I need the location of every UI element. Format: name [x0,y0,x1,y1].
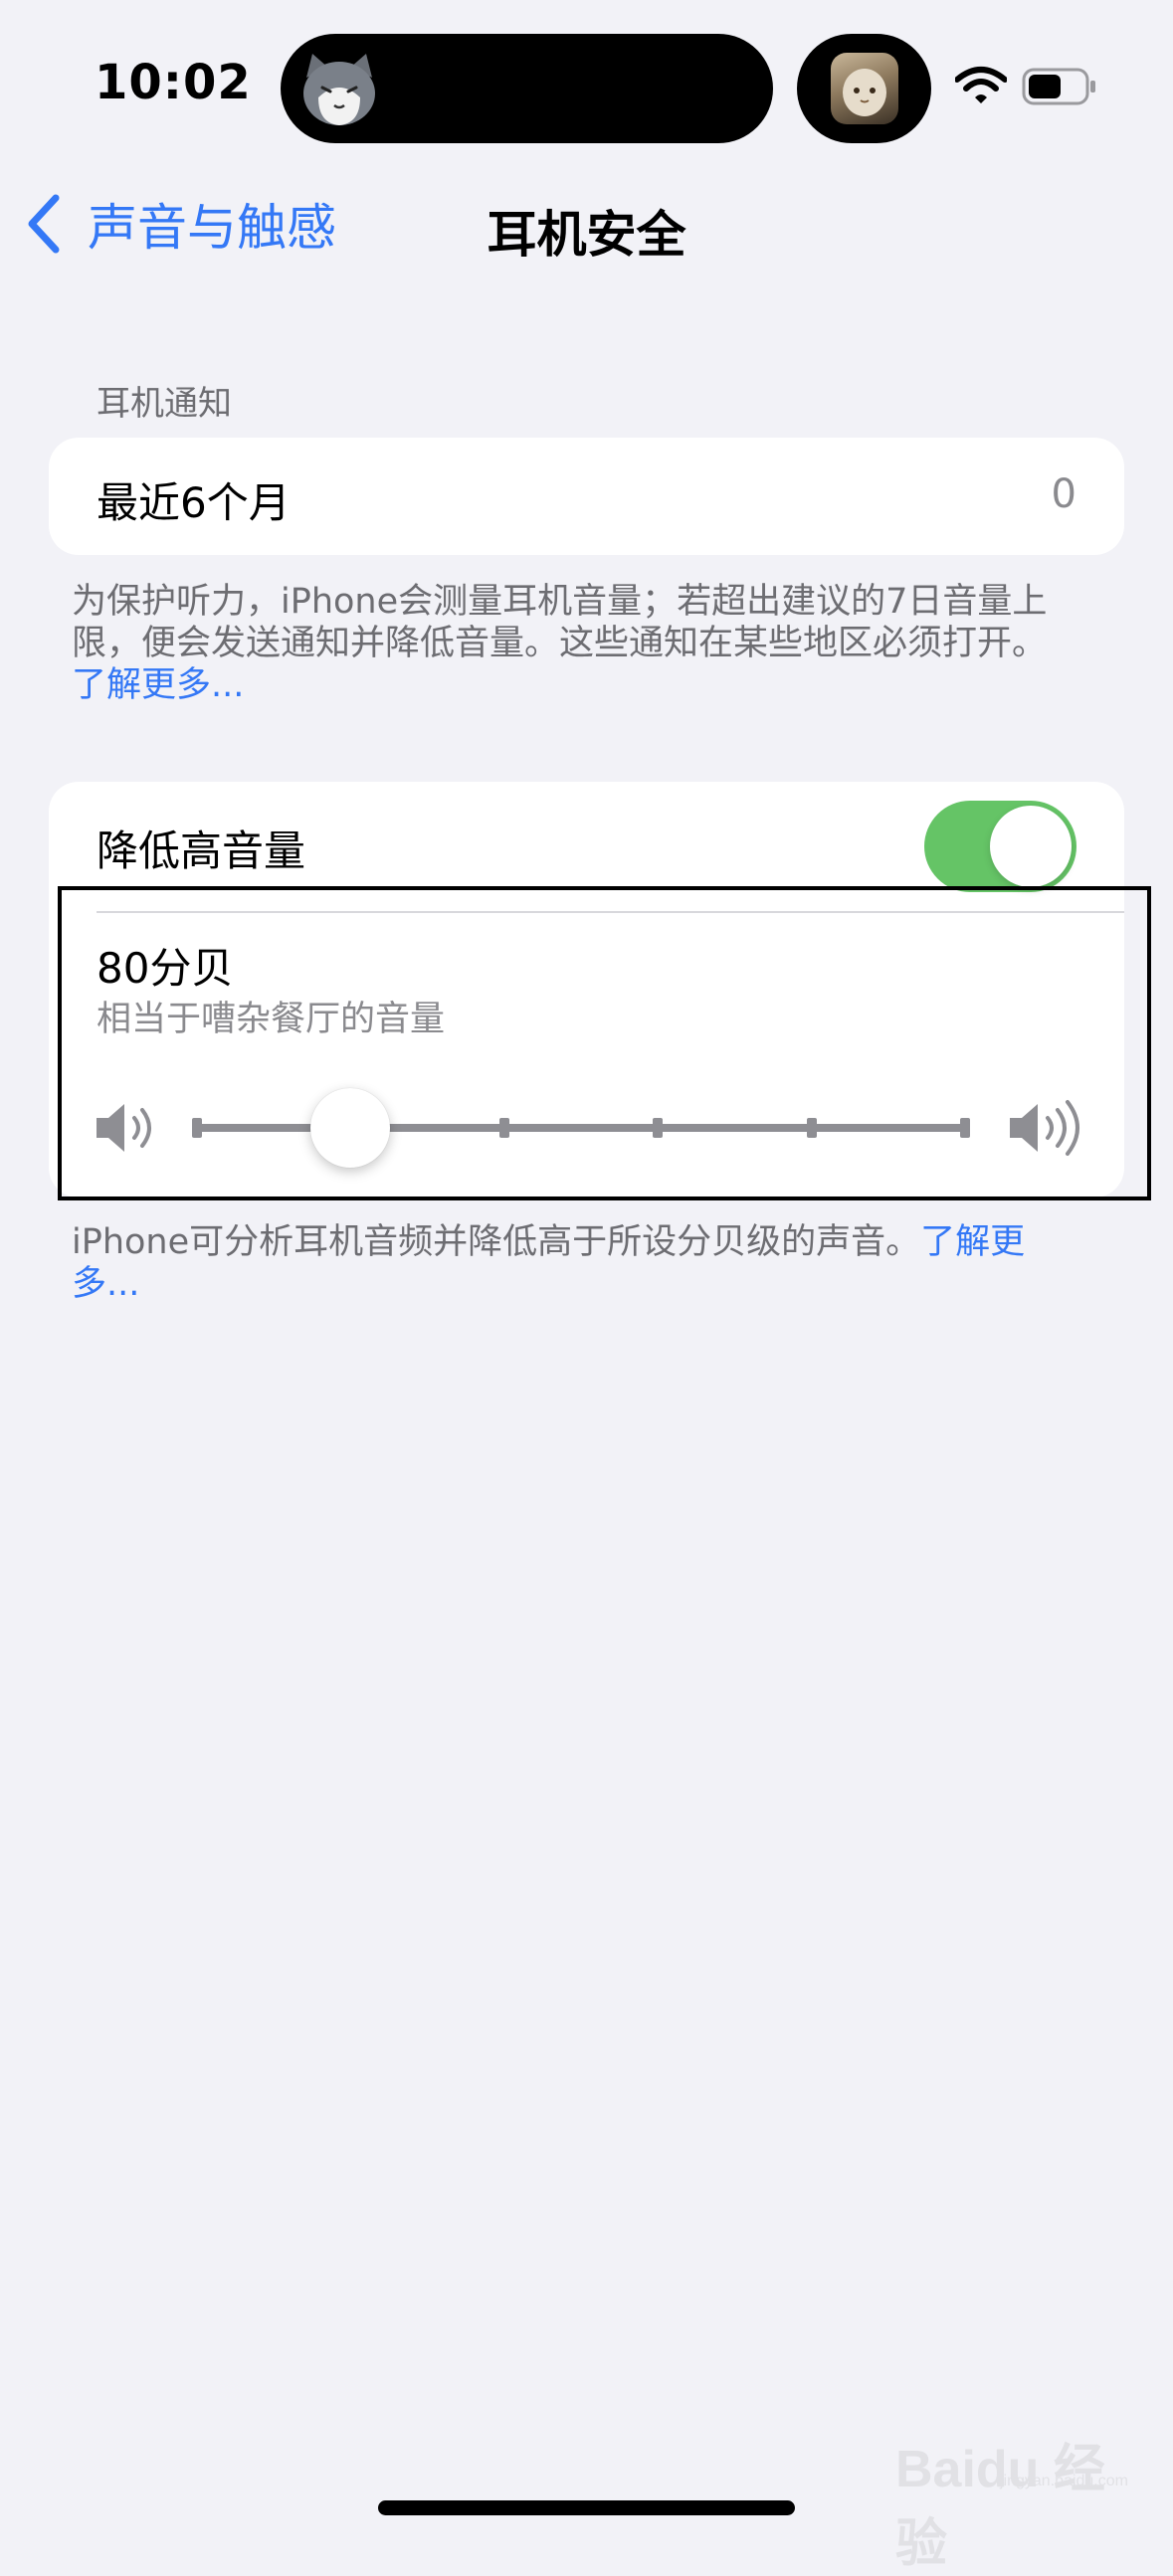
slider-tick [960,1118,970,1138]
page-title: 耳机安全 [487,206,686,264]
slider-tick [653,1118,664,1138]
volume-low-icon [97,1104,151,1152]
notification-count: 0 [1051,471,1076,517]
learn-more-link[interactable]: 了解更多... [72,664,1106,706]
cat-avatar-icon [303,54,375,125]
learn-more-link-2-continued[interactable]: 多... [72,1264,139,1304]
battery-icon [1022,68,1095,105]
dynamic-island-right [797,34,931,143]
reduce-loud-audio-toggle[interactable] [924,801,1076,892]
slider-thumb[interactable] [310,1088,391,1168]
decibel-level-value: 80分贝 [97,944,234,993]
volume-high-icon [1010,1100,1079,1156]
media-thumbnail [831,53,898,124]
notifications-footer: 为保护听力，iPhone会测量耳机音量；若超出建议的7日音量上 限，便会发送通知… [72,581,1106,706]
recent-months-label: 最近6个月 [97,478,291,527]
dynamic-island [281,34,773,143]
home-indicator[interactable] [378,2500,795,2515]
reduce-loud-audio-label: 降低高音量 [97,827,306,875]
decibel-slider[interactable] [192,1088,970,1168]
reduce-loud-audio-card: 降低高音量 80分贝 相当于嘈杂餐厅的音量 [49,782,1124,1197]
slider-tick [806,1118,817,1138]
baidu-watermark: Baidu 经验 jingyan.baidu.com [895,2407,1128,2573]
status-time: 10:02 [95,55,252,110]
wifi-icon [955,67,1007,103]
reduce-footer-text: iPhone可分析耳机音频并降低高于所设分贝级的声音。 [72,1222,921,1262]
watermark-subtext: jingyan.baidu.com [1000,2473,1128,2489]
decibel-level-description: 相当于嘈杂餐厅的音量 [97,1000,446,1039]
divider [97,911,1124,913]
slider-tick [192,1118,202,1138]
section-header-notifications: 耳机通知 [97,384,232,424]
reduce-footer: iPhone可分析耳机音频并降低高于所设分贝级的声音。了解更 多... [72,1221,1106,1305]
notifications-footer-line2: 限，便会发送通知并降低音量。这些通知在某些地区必须打开。 [72,624,1048,663]
learn-more-link-2[interactable]: 了解更 [920,1222,1025,1262]
watermark-text: Baidu 经验 [895,2441,1105,2573]
toggle-knob [990,806,1072,887]
notifications-footer-line1: 为保护听力，iPhone会测量耳机音量；若超出建议的7日音量上 [72,582,1048,622]
slider-tick [498,1118,509,1138]
notifications-card[interactable]: 最近6个月 0 [49,438,1124,555]
